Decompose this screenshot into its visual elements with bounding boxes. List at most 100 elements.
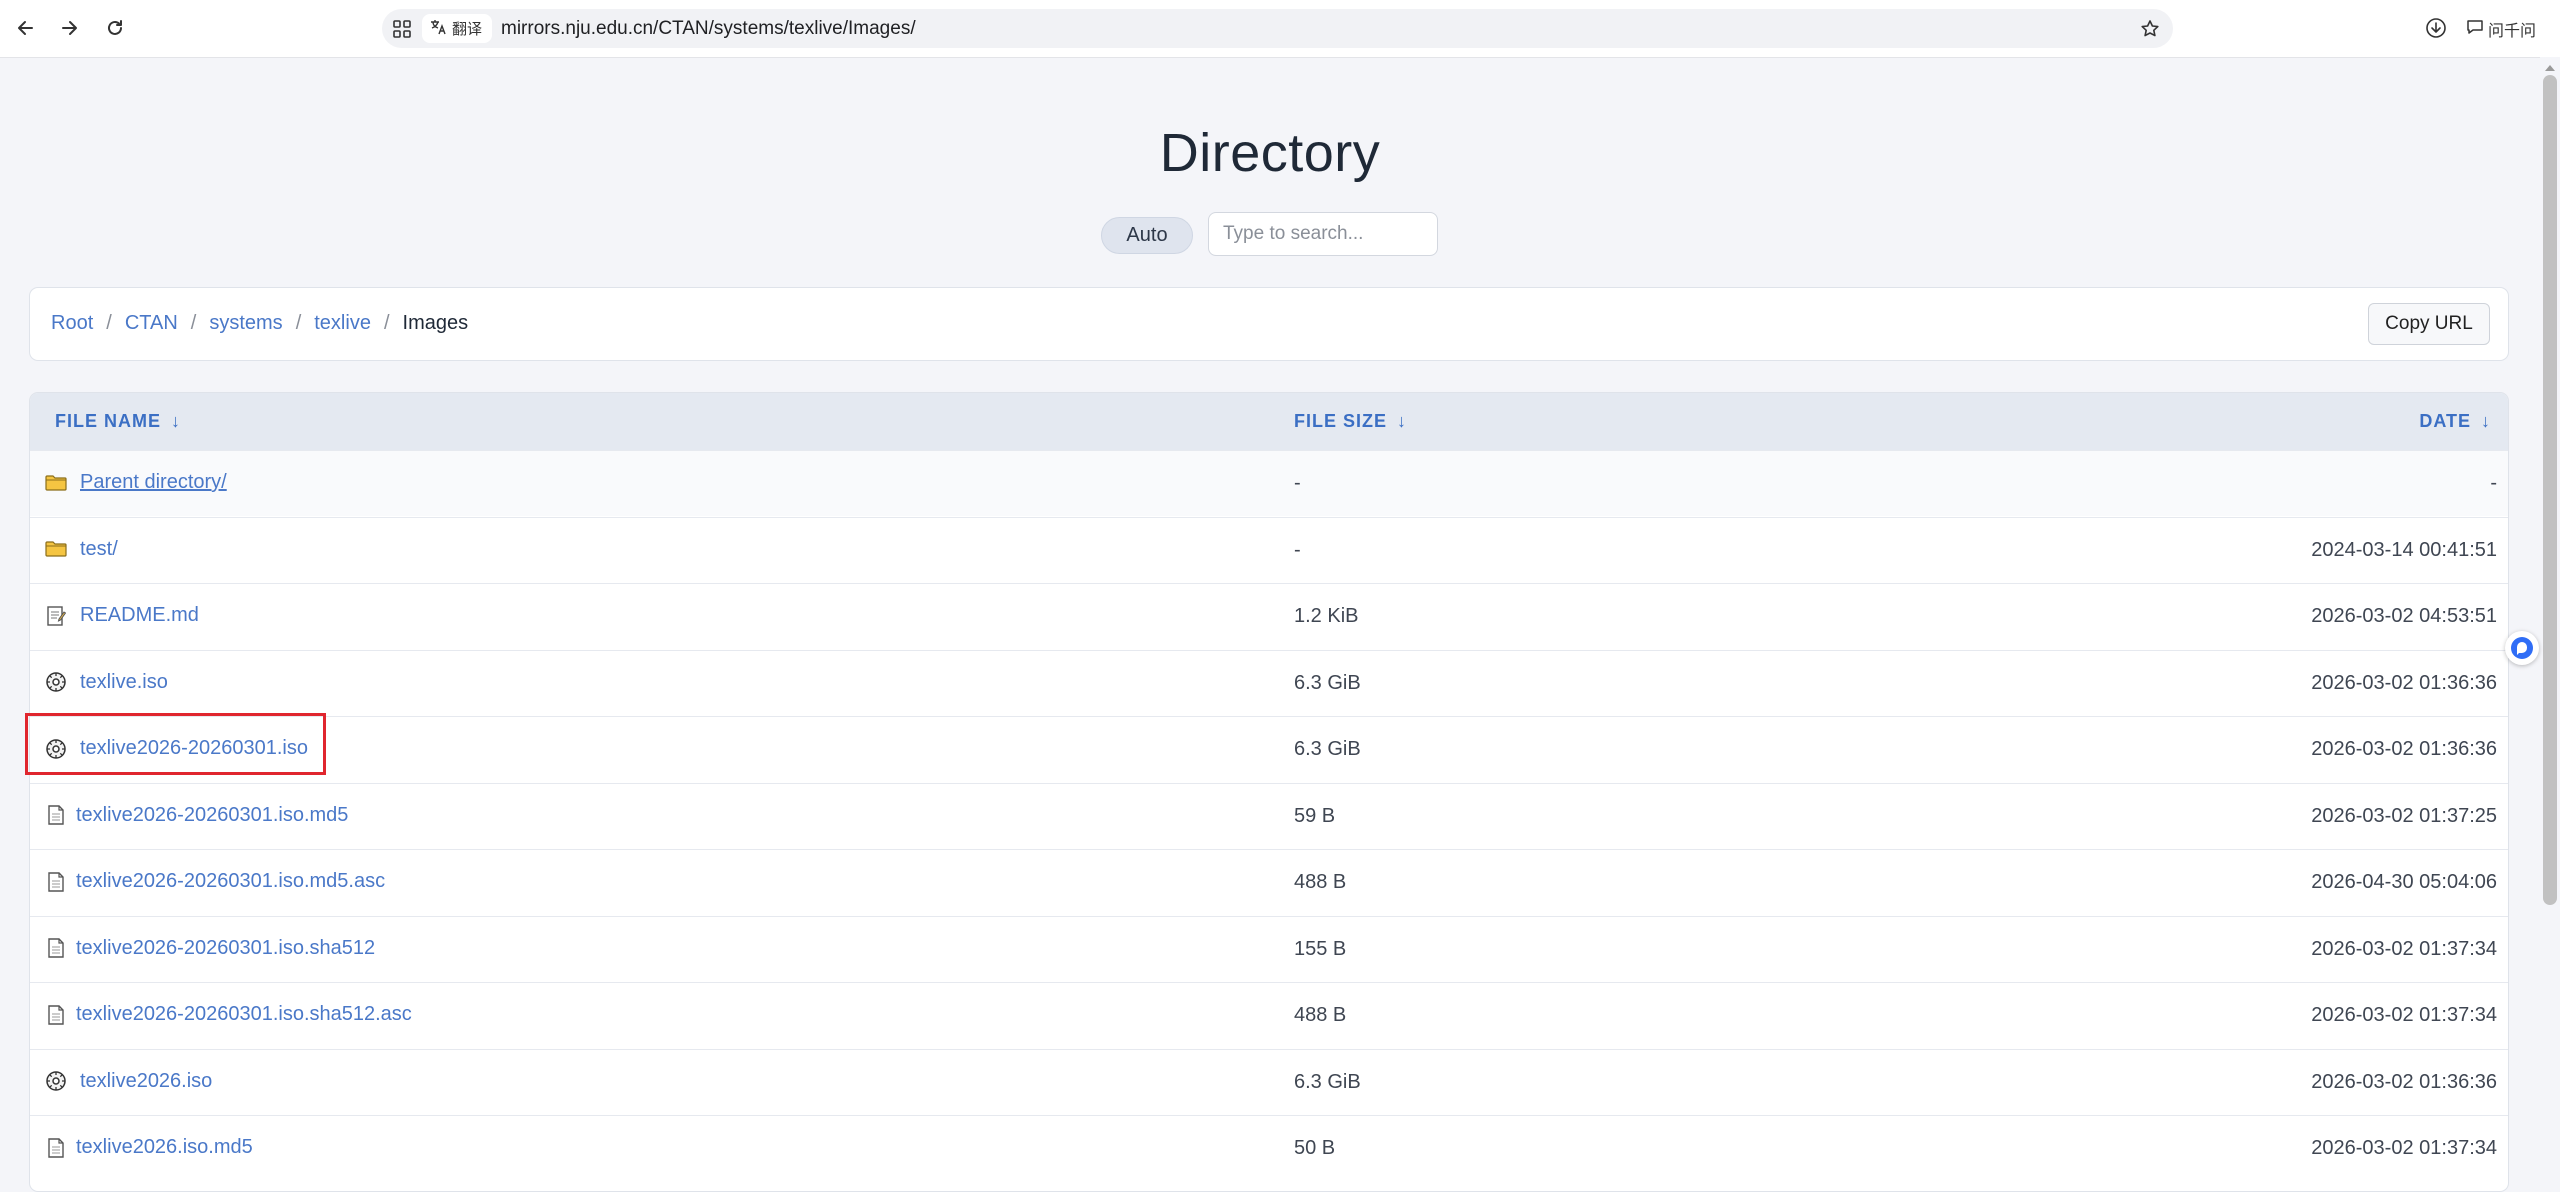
table-row[interactable]: texlive2026-20260301.iso.sha512.asc 488 B… (30, 982, 2508, 1048)
file-date-cell: 2026-03-02 01:37:25 (2311, 804, 2497, 827)
breadcrumb-separator: / (190, 312, 197, 334)
file-link[interactable]: texlive2026.iso (80, 1070, 212, 1093)
file-link[interactable]: test/ (80, 538, 118, 561)
file-name-cell: texlive2026-20260301.iso.md5 (44, 804, 348, 827)
file-size-cell: 6.3 GiB (1294, 738, 1361, 760)
table-row[interactable]: texlive2026.iso 6.3 GiB 2026-03-02 01:36:3… (30, 1048, 2508, 1115)
file-link[interactable]: texlive.iso (80, 671, 168, 694)
sort-by-name-header[interactable]: FILE NAME ↓ (55, 411, 181, 432)
file-name-cell: texlive2026-20260301.iso (44, 737, 308, 760)
file-name-cell: test/ (44, 538, 118, 561)
file-name-cell: texlive2026.iso.md5 (44, 1136, 253, 1159)
breadcrumb-separator: / (383, 312, 390, 334)
breadcrumb: Root / CTAN / systems / texlive / Images… (29, 287, 2509, 361)
file-size-cell: - (1294, 538, 1301, 561)
file-date-cell: 2026-03-02 01:37:34 (2311, 937, 2497, 960)
table-row[interactable]: texlive2026-20260301.iso.sha512 155 B 2026… (30, 915, 2508, 982)
table-row[interactable]: Parent directory/ - - (30, 450, 2508, 516)
header-size-label: FILE SIZE (1294, 411, 1388, 431)
header-date-label: DATE (2419, 411, 2471, 431)
search-input[interactable] (1208, 212, 1438, 256)
file-link[interactable]: texlive2026-20260301.iso.md5.asc (76, 870, 385, 893)
file-size-cell: 6.3 GiB (1294, 671, 1361, 694)
table-row[interactable]: test/ - 2024-03-14 00:41:51 (30, 516, 2508, 583)
table-row[interactable]: texlive2026-20260301.iso 6.3 GiB 2026-03-0… (30, 716, 2508, 782)
file-link[interactable]: texlive2026.iso.md5 (76, 1136, 253, 1159)
file-icon (44, 804, 68, 826)
file-name-cell: texlive2026-20260301.iso.md5.asc (44, 870, 385, 893)
download-icon[interactable] (2420, 12, 2452, 44)
sort-by-size-header[interactable]: FILE SIZE ↓ (1294, 411, 1407, 432)
breadcrumb-item-texlive[interactable]: texlive (314, 312, 371, 335)
breadcrumb-item-root[interactable]: Root (51, 312, 93, 335)
star-icon[interactable] (2137, 16, 2163, 42)
file-size-cell: 6.3 GiB (1294, 1070, 1361, 1093)
file-date-cell: 2026-03-02 04:53:51 (2311, 605, 2497, 627)
file-date-cell: 2026-04-30 05:04:06 (2311, 871, 2497, 893)
file-icon (44, 937, 68, 959)
ask-label: 问千问 (2488, 23, 2537, 40)
file-link[interactable]: README.md (80, 604, 199, 627)
file-date-cell: 2026-03-02 01:37:34 (2311, 1137, 2497, 1159)
scroll-up-arrow-icon[interactable] (2544, 60, 2556, 71)
sort-arrow-icon: ↓ (171, 411, 181, 431)
file-date-cell: - (2490, 472, 2497, 494)
file-name-cell: texlive.iso (44, 671, 168, 694)
file-icon (44, 1137, 68, 1159)
apps-grid-icon[interactable] (390, 17, 414, 41)
back-arrow-icon[interactable] (10, 12, 42, 44)
file-link[interactable]: texlive2026-20260301.iso (80, 737, 308, 760)
file-size-cell: 488 B (1294, 1004, 1347, 1026)
file-size-cell: 59 B (1294, 804, 1336, 827)
disc-image-icon (44, 738, 68, 760)
theme-toggle-button[interactable]: Auto (1101, 217, 1193, 254)
file-size-cell: - (1294, 472, 1301, 494)
ask-button[interactable]: 问千问 (2466, 14, 2546, 44)
file-date-cell: 2026-03-02 01:36:36 (2311, 671, 2497, 694)
disc-image-icon (44, 1070, 68, 1092)
assistant-bubble-icon[interactable] (2505, 631, 2539, 665)
text-file-icon (44, 605, 68, 627)
file-size-cell: 488 B (1294, 871, 1347, 893)
file-name-cell: texlive2026.iso (44, 1070, 212, 1093)
table-row[interactable]: README.md 1.2 KiB 2026-03-02 04:53:51 (30, 583, 2508, 649)
breadcrumb-separator: / (295, 312, 302, 334)
forward-arrow-icon[interactable] (53, 12, 85, 44)
table-row[interactable]: texlive2026-20260301.iso.md5.asc 488 B 202… (30, 849, 2508, 915)
file-date-cell: 2026-03-02 01:36:36 (2311, 738, 2497, 760)
table-row[interactable]: texlive.iso 6.3 GiB 2026-03-02 01:36:36 (30, 649, 2508, 716)
file-date-cell: 2026-03-02 01:37:34 (2311, 1004, 2497, 1026)
translate-label: 翻译 (452, 21, 483, 38)
sort-arrow-icon: ↓ (1397, 411, 1408, 431)
file-date-cell: 2026-03-02 01:36:36 (2311, 1070, 2497, 1093)
file-name-cell: texlive2026-20260301.iso.sha512.asc (44, 1003, 412, 1026)
folder-icon (44, 472, 68, 494)
breadcrumb-item-ctan[interactable]: CTAN (125, 312, 178, 335)
file-link[interactable]: texlive2026-20260301.iso.sha512.asc (76, 1003, 412, 1026)
url-text[interactable]: mirrors.nju.edu.cn/CTAN/systems/texlive/… (501, 18, 916, 40)
copy-url-button[interactable]: Copy URL (2368, 303, 2490, 345)
folder-icon (44, 538, 68, 560)
reload-icon[interactable] (99, 12, 131, 44)
address-bar[interactable]: 翻译 mirrors.nju.edu.cn/CTAN/systems/texli… (382, 9, 2173, 48)
file-name-cell: README.md (44, 604, 199, 627)
table-row[interactable]: texlive2026-20260301.iso.md5 59 B 2026-03-… (30, 782, 2508, 849)
disc-image-icon (44, 671, 68, 693)
scrollbar-thumb[interactable] (2543, 75, 2557, 905)
file-size-cell: 50 B (1294, 1137, 1336, 1159)
file-name-cell: Parent directory/ (44, 471, 227, 494)
file-link[interactable]: texlive2026-20260301.iso.md5 (76, 804, 348, 827)
translate-button[interactable]: 翻译 (422, 14, 492, 43)
browser-toolbar: 翻译 mirrors.nju.edu.cn/CTAN/systems/texli… (0, 0, 2560, 58)
breadcrumb-item-systems[interactable]: systems (209, 312, 282, 335)
file-size-cell: 155 B (1294, 937, 1347, 960)
page-title: Directory (1159, 123, 1381, 183)
table-header: FILE NAME ↓ FILE SIZE ↓ DATE ↓ (30, 393, 2508, 450)
file-link[interactable]: Parent directory/ (80, 471, 227, 494)
table-row[interactable]: texlive2026.iso.md5 50 B 2026-03-02 01:37:… (30, 1115, 2508, 1181)
translate-icon (430, 19, 446, 39)
sort-by-date-header[interactable]: DATE ↓ (2419, 411, 2491, 432)
file-icon (44, 871, 68, 893)
breadcrumb-current: Images (402, 312, 469, 334)
file-link[interactable]: texlive2026-20260301.iso.sha512 (76, 937, 375, 960)
